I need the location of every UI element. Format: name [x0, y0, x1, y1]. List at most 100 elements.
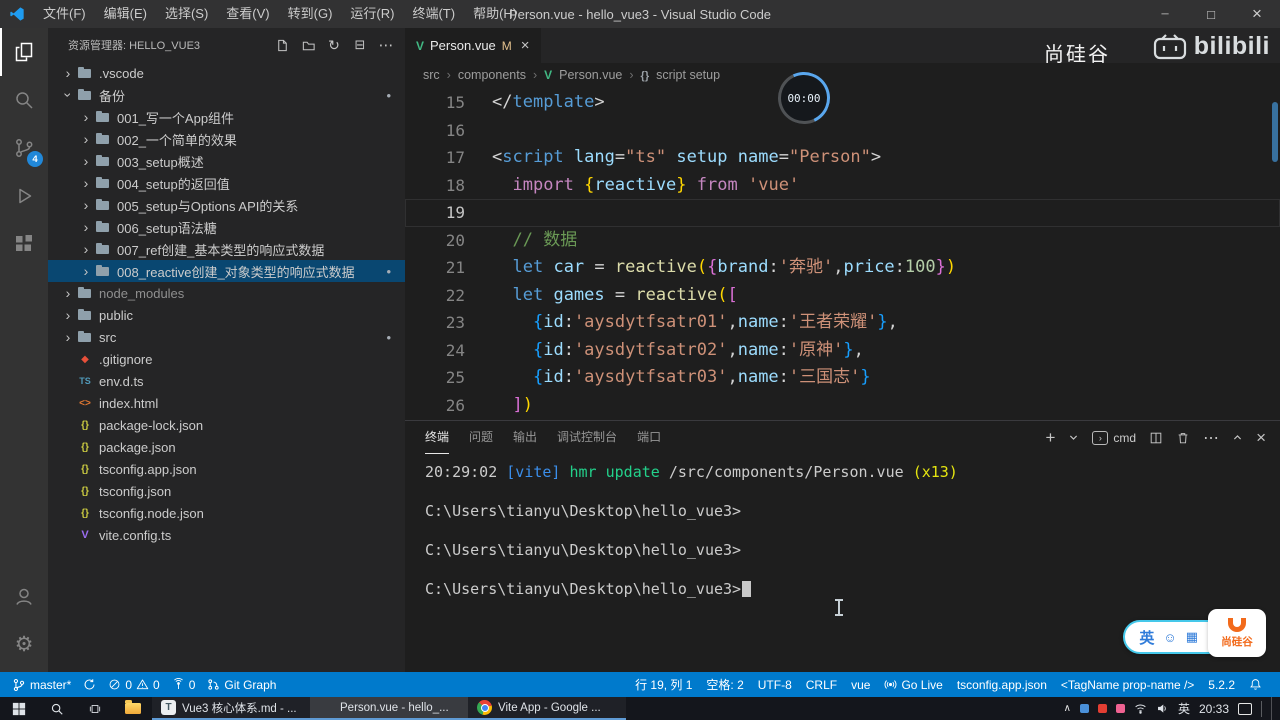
- tray-app-icon[interactable]: [1116, 704, 1125, 713]
- vue-version[interactable]: 5.2.2: [1202, 672, 1241, 697]
- account-icon[interactable]: [0, 572, 48, 620]
- encoding[interactable]: UTF-8: [752, 672, 798, 697]
- notifications-bell-icon[interactable]: [1243, 672, 1268, 697]
- language-mode[interactable]: vue: [845, 672, 876, 697]
- settings-gear-icon[interactable]: ⚙: [0, 620, 48, 668]
- start-button[interactable]: [0, 697, 38, 720]
- ime-language-indicator[interactable]: 英: [1178, 700, 1190, 717]
- panel-tab[interactable]: 输出: [513, 421, 537, 454]
- tree-item[interactable]: package.json: [48, 436, 405, 458]
- split-terminal-icon[interactable]: [1149, 431, 1163, 445]
- tree-item[interactable]: vite.config.ts: [48, 524, 405, 546]
- git-graph-item[interactable]: Git Graph: [201, 672, 282, 697]
- menu-item[interactable]: 查看(V): [217, 0, 278, 28]
- indentation[interactable]: 空格: 2: [700, 672, 749, 697]
- refresh-icon[interactable]: [325, 36, 343, 54]
- close-button[interactable]: [1234, 0, 1280, 28]
- menu-item[interactable]: 文件(F): [34, 0, 95, 28]
- show-desktop-button[interactable]: [1271, 697, 1276, 720]
- close-panel-icon[interactable]: [1256, 428, 1266, 448]
- ime-emoji-icon[interactable]: ☺: [1163, 630, 1176, 645]
- tree-item[interactable]: 002_一个简单的效果: [48, 128, 405, 150]
- tree-item[interactable]: 003_setup概述: [48, 150, 405, 172]
- tab-close-icon[interactable]: [518, 37, 530, 54]
- file-explorer-icon[interactable]: [114, 697, 152, 720]
- tree-item[interactable]: 008_reactive创建_对象类型的响应式数据 •: [48, 260, 405, 282]
- search-icon[interactable]: [0, 76, 48, 124]
- menu-item[interactable]: 选择(S): [156, 0, 217, 28]
- network-icon[interactable]: [1134, 702, 1147, 715]
- code-editor[interactable]: 15 </template> 16 17 <script lang="ts" s…: [405, 87, 1280, 420]
- git-branch-item[interactable]: master*: [6, 672, 77, 697]
- panel-tab[interactable]: 问题: [469, 421, 493, 454]
- tree-item[interactable]: 004_setup的返回值: [48, 172, 405, 194]
- more-actions-icon[interactable]: [377, 36, 395, 54]
- explorer-icon[interactable]: [0, 28, 48, 76]
- breadcrumb-item[interactable]: Person.vue: [559, 68, 622, 82]
- tree-item[interactable]: .vscode: [48, 62, 405, 84]
- tree-item[interactable]: tsconfig.json: [48, 480, 405, 502]
- tray-app-icon[interactable]: [1098, 704, 1107, 713]
- tree-item[interactable]: env.d.ts: [48, 370, 405, 392]
- breadcrumb-item[interactable]: src: [423, 68, 440, 82]
- tree-item[interactable]: node_modules: [48, 282, 405, 304]
- sync-item[interactable]: [77, 672, 102, 697]
- tree-item[interactable]: tsconfig.node.json: [48, 502, 405, 524]
- action-center-icon[interactable]: [1238, 703, 1252, 715]
- panel-tab[interactable]: 终端: [425, 421, 449, 454]
- panel-more-icon[interactable]: [1203, 428, 1219, 448]
- terminal-dropdown-icon[interactable]: [1068, 432, 1079, 443]
- new-file-icon[interactable]: [273, 36, 291, 54]
- problems-item[interactable]: 0 0: [102, 672, 165, 697]
- cursor-position[interactable]: 行 19, 列 1: [629, 672, 698, 697]
- ime-keyboard-icon[interactable]: ▦: [1186, 629, 1198, 645]
- tray-app-icon[interactable]: [1080, 704, 1089, 713]
- tag-template-item[interactable]: <TagName prop-name />: [1055, 672, 1200, 697]
- kill-terminal-icon[interactable]: [1176, 431, 1190, 445]
- tree-item[interactable]: public: [48, 304, 405, 326]
- tree-item[interactable]: 005_setup与Options API的关系: [48, 194, 405, 216]
- tray-expand-icon[interactable]: ∧: [1064, 703, 1071, 714]
- maximize-panel-icon[interactable]: [1232, 432, 1243, 443]
- tree-item[interactable]: 001_写一个App组件: [48, 106, 405, 128]
- collapse-all-icon[interactable]: [351, 36, 369, 54]
- tree-item[interactable]: index.html: [48, 392, 405, 414]
- maximize-button[interactable]: [1188, 0, 1234, 28]
- terminal-profile[interactable]: cmd: [1092, 431, 1136, 445]
- panel-tab[interactable]: 端口: [637, 421, 661, 454]
- menu-item[interactable]: 编辑(E): [95, 0, 156, 28]
- volume-icon[interactable]: [1156, 702, 1169, 715]
- taskbar-app-button[interactable]: Person.vue - hello_...: [310, 697, 468, 720]
- minimize-button[interactable]: [1142, 0, 1188, 28]
- ime-mode[interactable]: 英: [1139, 627, 1154, 648]
- menu-item[interactable]: 转到(G): [279, 0, 342, 28]
- new-folder-icon[interactable]: [299, 36, 317, 54]
- go-live-item[interactable]: Go Live: [878, 672, 948, 697]
- run-debug-icon[interactable]: [0, 172, 48, 220]
- tree-item[interactable]: tsconfig.app.json: [48, 458, 405, 480]
- breadcrumb-item[interactable]: components: [458, 68, 526, 82]
- editor-tab[interactable]: Person.vue M: [405, 28, 541, 63]
- task-view-icon[interactable]: [76, 697, 114, 720]
- menu-item[interactable]: 运行(R): [341, 0, 403, 28]
- tree-item[interactable]: src •: [48, 326, 405, 348]
- ports-item[interactable]: 0: [166, 672, 202, 697]
- tree-item[interactable]: .gitignore: [48, 348, 405, 370]
- new-terminal-icon[interactable]: [1045, 429, 1055, 446]
- tree-item[interactable]: package-lock.json: [48, 414, 405, 436]
- breadcrumb-item[interactable]: script setup: [656, 68, 720, 82]
- source-control-icon[interactable]: 4: [0, 124, 48, 172]
- tree-item[interactable]: 007_ref创建_基本类型的响应式数据: [48, 238, 405, 260]
- ime-toolbar[interactable]: 英 ☺ ▦ 尚硅谷: [1123, 620, 1264, 654]
- tree-item[interactable]: 备份 •: [48, 84, 405, 106]
- extensions-icon[interactable]: [0, 220, 48, 268]
- clock[interactable]: 20:33: [1199, 702, 1229, 716]
- menu-item[interactable]: 终端(T): [403, 0, 464, 28]
- taskbar-app-button[interactable]: Vite App - Google ...: [468, 697, 626, 720]
- tree-item[interactable]: 006_setup语法糖: [48, 216, 405, 238]
- panel-tab[interactable]: 调试控制台: [557, 421, 617, 454]
- taskbar-search-icon[interactable]: [38, 697, 76, 720]
- eol-sequence[interactable]: CRLF: [800, 672, 843, 697]
- overview-ruler-decoration[interactable]: [1272, 102, 1278, 162]
- tsconfig-item[interactable]: tsconfig.app.json: [951, 672, 1053, 697]
